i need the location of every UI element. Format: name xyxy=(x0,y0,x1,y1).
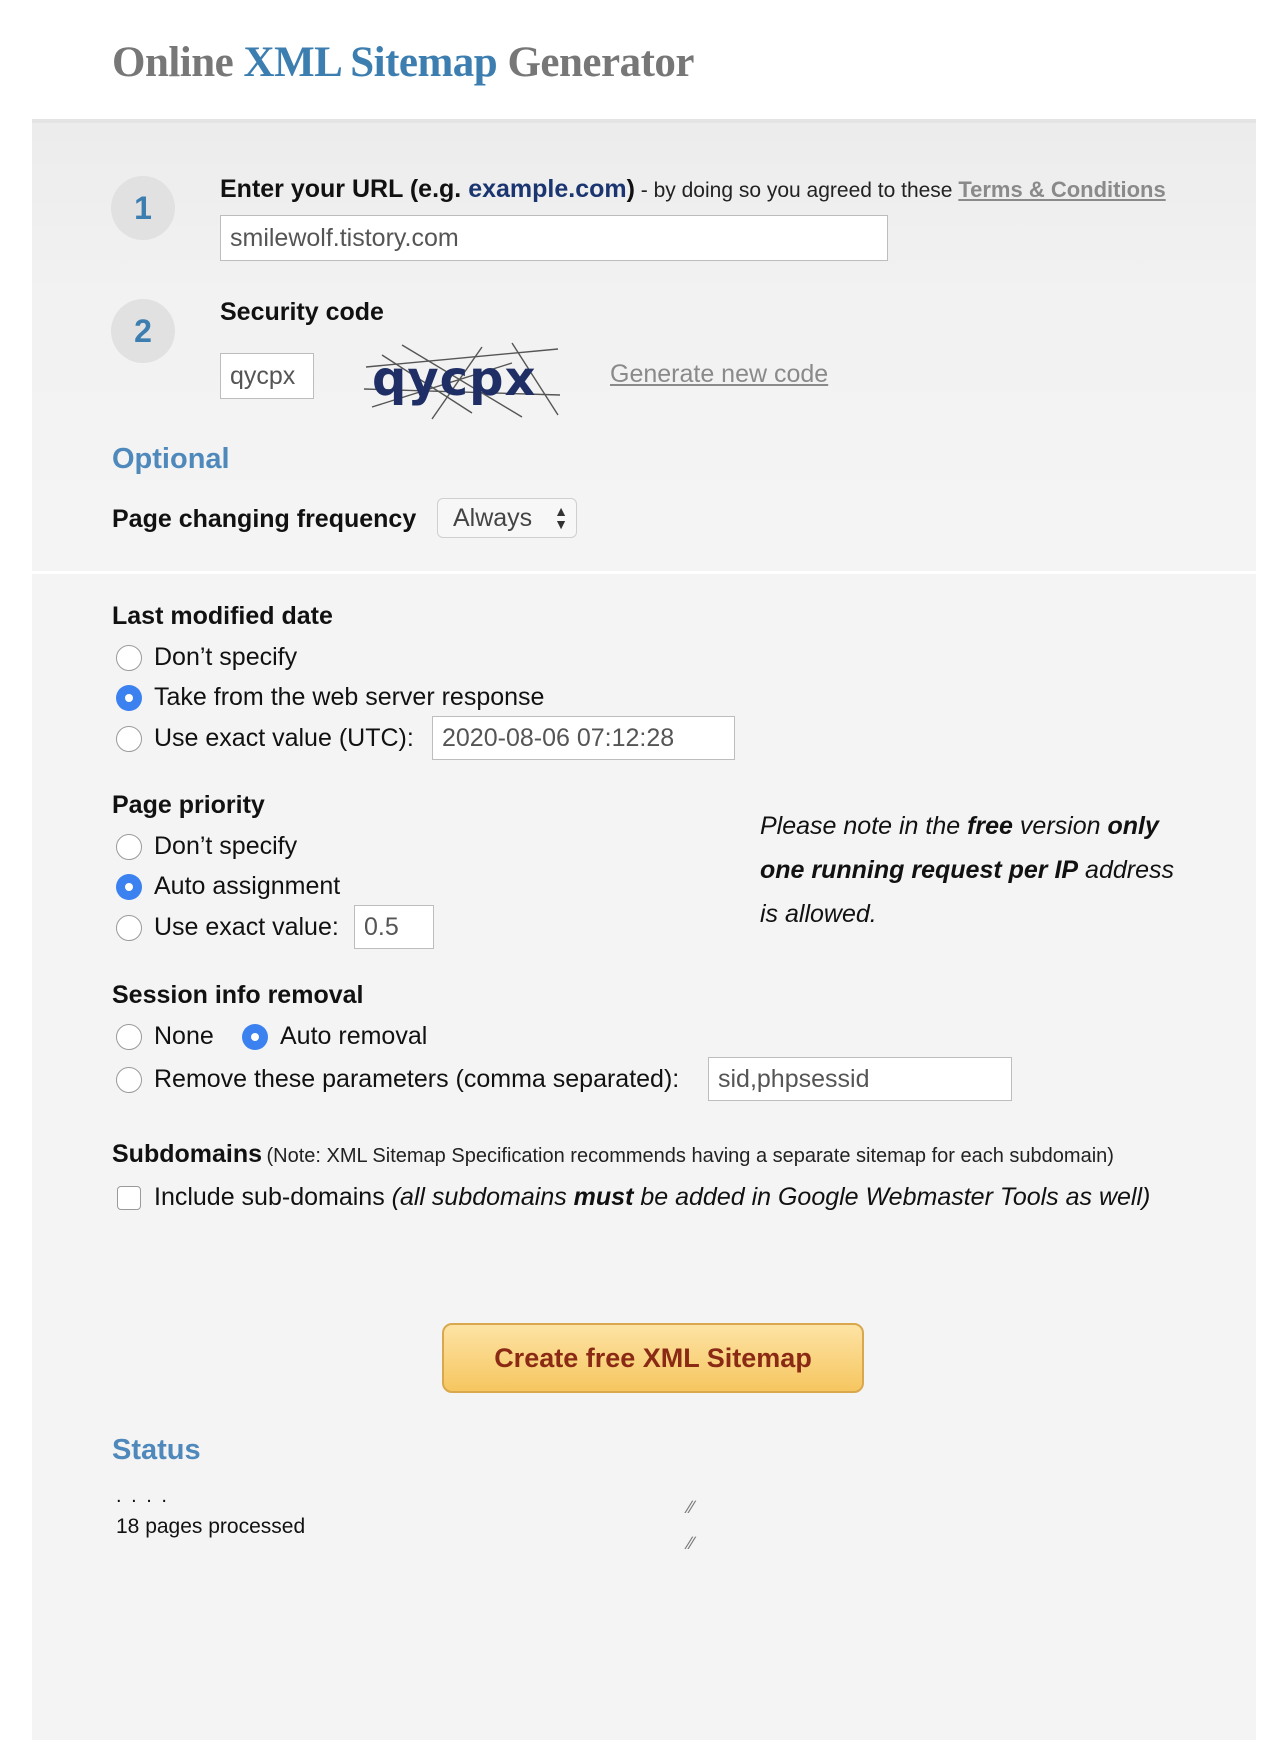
captcha-image: qycpx xyxy=(362,337,562,421)
priority-option-label: Don’t specify xyxy=(154,832,298,860)
captcha-text: qycpx xyxy=(372,351,536,407)
free-version-note: Please note in the free version only one… xyxy=(760,804,1180,936)
checkbox-label-text: Include sub-domains xyxy=(154,1183,392,1211)
url-agreement-text: - by doing so you agreed to these xyxy=(634,179,959,202)
note-bold: free xyxy=(967,812,1013,840)
checkbox-note-bold: must xyxy=(573,1183,634,1211)
subdomains-note: (Note: XML Sitemap Specification recomme… xyxy=(266,1145,1114,1167)
generate-new-code-link[interactable]: Generate new code xyxy=(610,360,828,389)
step-2-badge: 2 xyxy=(111,299,175,363)
title-part-online: Online xyxy=(112,39,234,86)
session-radio-auto[interactable] xyxy=(242,1024,268,1050)
session-heading: Session info removal xyxy=(112,981,364,1009)
security-code-input[interactable]: qycpx xyxy=(220,353,314,399)
lastmod-option-label: Use exact value (UTC): xyxy=(154,724,414,752)
note-text: Please note in the xyxy=(760,812,968,840)
include-subdomains-label: Include sub-domains (all subdomains must… xyxy=(154,1183,1150,1212)
title-part-generator: Generator xyxy=(507,39,694,86)
url-label-text: Enter your URL (e.g. xyxy=(220,175,469,203)
priority-option-label: Auto assignment xyxy=(154,872,341,900)
url-label: Enter your URL (e.g. example.com) - by d… xyxy=(220,175,1166,204)
session-option-label: Auto removal xyxy=(280,1022,428,1050)
session-radio-remove-params[interactable] xyxy=(116,1067,142,1093)
frequency-select[interactable]: Always ▲ ▼ xyxy=(437,498,577,538)
frequency-selected-value: Always xyxy=(453,503,533,532)
lastmod-radio-exact-value[interactable] xyxy=(116,726,142,752)
session-option-label: None xyxy=(154,1022,214,1050)
optional-heading: Optional xyxy=(112,443,230,475)
lastmod-option-label: Don’t specify xyxy=(154,643,298,671)
note-text: version xyxy=(1012,812,1108,840)
session-option-label: Remove these parameters (comma separated… xyxy=(154,1065,680,1093)
resize-handle-icon[interactable]: ∕∕ xyxy=(688,1497,694,1518)
lastmod-option-label: Take from the web server response xyxy=(154,683,545,711)
priority-radio-dont-specify[interactable] xyxy=(116,834,142,860)
terms-link[interactable]: Terms & Conditions xyxy=(958,177,1165,202)
lastmod-radio-server-response[interactable] xyxy=(116,685,142,711)
status-pages-processed: 18 pages processed xyxy=(116,1515,306,1538)
url-input[interactable]: smilewolf.tistory.com xyxy=(220,215,888,261)
security-code-label: Security code xyxy=(220,298,384,326)
step-1-badge: 1 xyxy=(111,176,175,240)
priority-radio-auto[interactable] xyxy=(116,874,142,900)
url-example: example.com xyxy=(468,175,627,203)
url-label-close: ) xyxy=(626,175,635,203)
priority-radio-exact[interactable] xyxy=(116,915,142,941)
resize-handle-icon[interactable]: ∕∕ xyxy=(688,1533,694,1554)
subdomains-heading: Subdomains xyxy=(112,1140,263,1168)
last-modified-heading: Last modified date xyxy=(112,602,333,630)
priority-heading: Page priority xyxy=(112,791,265,819)
session-params-input[interactable]: sid,phpsessid xyxy=(708,1057,1012,1101)
site-title: Online XML Sitemap Generator xyxy=(112,38,694,87)
select-arrows-icon: ▲ ▼ xyxy=(554,503,568,532)
include-subdomains-checkbox[interactable] xyxy=(117,1186,141,1210)
priority-option-label: Use exact value: xyxy=(154,913,339,941)
create-sitemap-button[interactable]: Create free XML Sitemap xyxy=(442,1323,864,1393)
lastmod-exact-input[interactable]: 2020-08-06 07:12:28 xyxy=(432,716,735,760)
status-progress-dots: . . . . xyxy=(116,1485,169,1507)
frequency-label: Page changing frequency xyxy=(112,505,417,533)
lastmod-radio-dont-specify[interactable] xyxy=(116,645,142,671)
subdomains-header: Subdomains (Note: XML Sitemap Specificat… xyxy=(112,1140,1114,1169)
priority-exact-input[interactable]: 0.5 xyxy=(354,905,434,949)
checkbox-note-text: be added in Google Webmaster Tools as we… xyxy=(633,1183,1151,1211)
title-part-xml-sitemap: XML Sitemap xyxy=(243,39,498,86)
section-divider xyxy=(32,571,1256,574)
session-radio-none[interactable] xyxy=(116,1024,142,1050)
checkbox-note-text: (all subdomains xyxy=(391,1183,574,1211)
status-heading: Status xyxy=(112,1434,201,1466)
generator-panel: 1 Enter your URL (e.g. example.com) - by… xyxy=(32,123,1256,1740)
